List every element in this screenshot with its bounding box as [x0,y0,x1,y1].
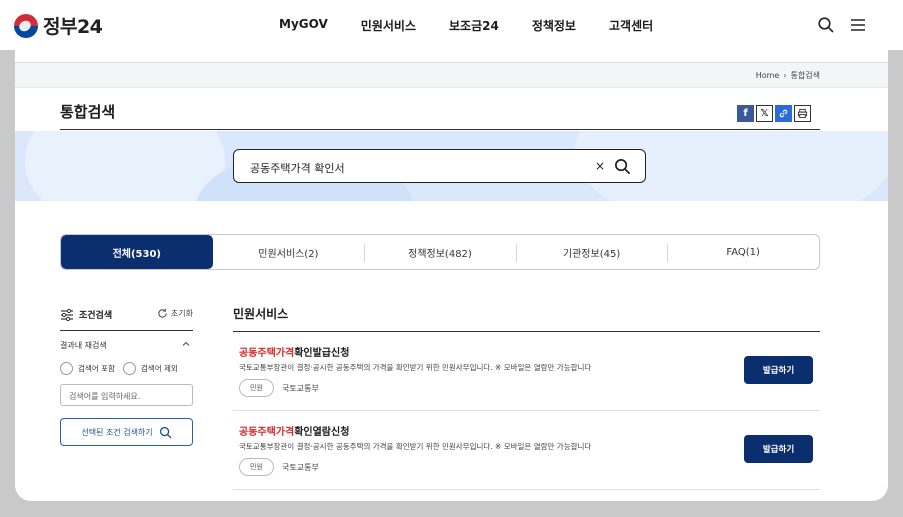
link-copy-icon[interactable] [775,105,792,122]
issue-button[interactable]: 발급하기 [744,435,813,463]
result-title[interactable]: 공동주택가격확인열람신청 [239,423,349,438]
result-item: 공동주택가격확인발급신청 국토교통부장관이 결정·공시한 공동주택의 가격을 확… [233,332,820,411]
tab-agency[interactable]: 기관정보(45) [515,235,668,269]
tab-all[interactable]: 전체(530) [61,235,213,269]
agency-name: 국토교통부 [282,463,319,472]
breadcrumb-separator: › [783,71,787,80]
nav-item-mygov[interactable]: MyGOV [279,17,328,34]
facebook-icon[interactable]: f [737,105,754,122]
breadcrumb-bar: Home › 통합검색 [15,62,888,88]
x-twitter-icon[interactable]: 𝕏 [756,105,773,122]
clear-icon[interactable]: × [595,159,605,173]
print-icon[interactable] [794,105,811,122]
hamburger-menu-icon[interactable] [849,16,867,34]
keyword-mode-radios: 검색어 포함 검색어 제외 [60,362,178,375]
section-title: 민원서비스 [233,307,289,321]
result-tabs: 전체(530) 민원서비스(2) 정책정보(482) 기관정보(45) FAQ(… [60,234,820,270]
tab-policy[interactable]: 정책정보(482) [364,235,516,269]
search-icon[interactable] [817,16,835,34]
re-search-label: 결과내 재검색 [60,341,107,350]
logo-text: 정부24 [43,16,103,38]
chevron-up-icon[interactable] [181,339,191,349]
top-header: 정부24 MyGOV 민원서비스 보조금24 정책정보 고객센터 [0,0,903,50]
page-title: 통합검색 [60,103,116,121]
filter-title: 조건검색 [79,311,113,321]
nav-item-policy[interactable]: 정책정보 [532,17,576,34]
title-divider [60,129,820,130]
breadcrumb-current: 통합검색 [790,71,820,80]
search-icon[interactable] [614,158,631,175]
filter-header: 조건검색 초기화 [60,306,193,331]
nav-item-civil-service[interactable]: 민원서비스 [361,17,416,34]
breadcrumb-home[interactable]: Home [756,71,780,80]
main-nav: MyGOV 민원서비스 보조금24 정책정보 고객센터 [279,17,686,34]
reset-button[interactable]: 초기화 [157,308,193,319]
nav-item-subsidy24[interactable]: 보조금24 [449,17,499,34]
re-search-input[interactable]: 검색어를 입력하세요. [60,384,193,406]
condition-search-button[interactable]: 선택된 조건 검색하기 [60,418,193,446]
include-keyword-radio[interactable]: 검색어 포함 [60,362,115,375]
result-description: 국토교통부장관이 결정·공시한 공동주택의 가격을 확인받기 위한 민원사무입니… [239,363,592,372]
tab-civil-service[interactable]: 민원서비스(2) [213,235,365,269]
agency-name: 국토교통부 [282,384,319,393]
logo[interactable]: 정부24 [14,12,103,39]
search-query[interactable]: 공동주택가격 확인서 [250,160,345,176]
reset-label: 초기화 [170,309,193,318]
tab-faq[interactable]: FAQ(1) [667,235,819,269]
category-badge: 민원 [239,458,274,476]
result-item: 공동주택가격확인열람신청 국토교통부장관이 결정·공시한 공동주택의 가격을 확… [233,411,820,490]
refresh-icon [158,308,167,318]
result-title[interactable]: 공동주택가격확인발급신청 [239,344,349,359]
filter-sliders-icon [61,308,73,322]
search-input[interactable]: 공동주택가격 확인서 × [233,149,646,183]
re-search-toggle[interactable]: 결과내 재검색 [60,340,193,351]
search-icon [159,426,171,438]
nav-item-customer-center[interactable]: 고객센터 [609,17,653,34]
breadcrumb: Home › 통합검색 [756,70,820,81]
taegeuk-logo-icon [14,13,38,38]
content-card: Home › 통합검색 통합검색 f 𝕏 공동주택가격 확인서 × 전체(530… [15,15,888,501]
category-badge: 민원 [239,379,274,397]
share-toolbar: f 𝕏 [737,105,811,122]
issue-button[interactable]: 발급하기 [744,356,813,384]
exclude-keyword-radio[interactable]: 검색어 제외 [122,362,178,375]
condition-search-label: 선택된 조건 검색하기 [81,427,153,437]
result-description: 국토교통부장관이 결정·공시한 공동주택의 가격을 확인받기 위한 민원사무입니… [239,442,592,451]
